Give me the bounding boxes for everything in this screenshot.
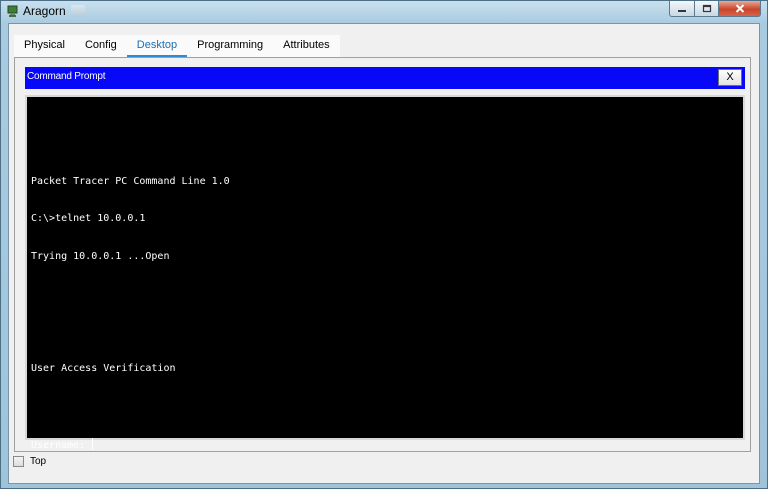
terminal-line: C:\>telnet 10.0.0.1 [31, 213, 146, 224]
minimize-button[interactable] [669, 1, 695, 17]
username-prompt: Username: [31, 440, 92, 451]
app-window: Aragorn Physical Config Desktop Programm… [0, 0, 768, 489]
desktop-panel: Command Prompt X Packet Tracer PC Comman… [14, 57, 751, 452]
tab-config[interactable]: Config [75, 35, 127, 55]
terminal-line: User Access Verification [31, 363, 176, 374]
client-area: Physical Config Desktop Programming Attr… [8, 23, 760, 484]
tab-physical[interactable]: Physical [14, 35, 75, 55]
title-decoration-icon [71, 5, 85, 17]
tab-attributes[interactable]: Attributes [273, 35, 339, 55]
top-checkbox[interactable] [13, 456, 24, 467]
close-window-button[interactable] [719, 1, 761, 17]
command-prompt-header: Command Prompt X [25, 67, 745, 89]
terminal-line: Trying 10.0.0.1 ...Open [31, 250, 170, 262]
window-controls [669, 1, 761, 17]
terminal-prompt-line[interactable]: Username: [31, 438, 230, 451]
terminal-line: Packet Tracer PC Command Line 1.0 [31, 175, 230, 187]
maximize-icon [702, 4, 711, 13]
command-prompt-title: Command Prompt [27, 71, 106, 82]
packet-tracer-pc-icon [7, 5, 18, 17]
minimize-icon [678, 9, 686, 12]
tab-desktop[interactable]: Desktop [126, 35, 188, 57]
top-checkbox-row: Top [13, 456, 46, 467]
terminal-lines: Packet Tracer PC Command Line 1.0 C:\>te… [31, 113, 230, 476]
top-checkbox-label: Top [30, 456, 47, 467]
window-title: Aragorn [23, 4, 66, 18]
text-cursor [92, 438, 94, 450]
command-prompt-close-button[interactable]: X [718, 69, 742, 86]
maximize-button[interactable] [695, 1, 719, 17]
title-bar[interactable]: Aragorn [1, 1, 767, 23]
terminal-output[interactable]: Packet Tracer PC Command Line 1.0 C:\>te… [25, 95, 745, 451]
tab-bar: Physical Config Desktop Programming Attr… [14, 35, 340, 57]
tab-programming[interactable]: Programming [187, 35, 273, 55]
close-icon [735, 4, 744, 13]
